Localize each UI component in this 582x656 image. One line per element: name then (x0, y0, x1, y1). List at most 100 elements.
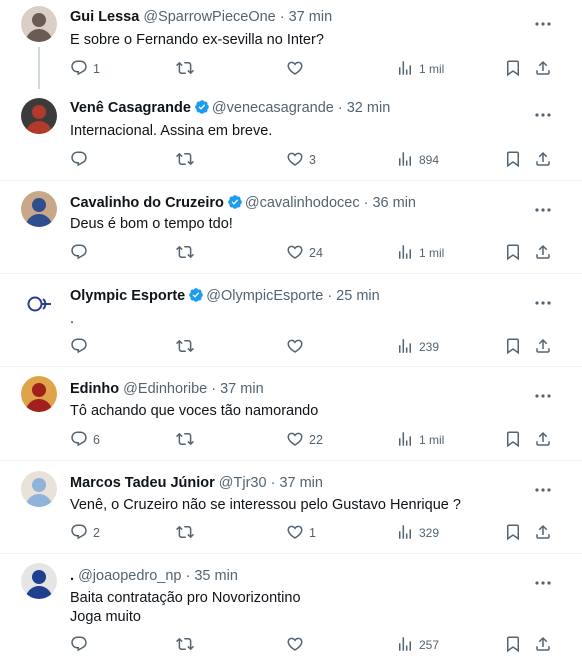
view-count: 329 (419, 526, 440, 540)
views-button[interactable]: 329 (396, 523, 439, 543)
more-icon[interactable] (534, 14, 552, 26)
view-count: 894 (419, 153, 440, 167)
verified-badge-icon (188, 287, 204, 303)
bookmark-button[interactable] (504, 523, 522, 543)
tweet-text-line: . (70, 311, 75, 327)
share-button[interactable] (534, 150, 552, 170)
like-button[interactable] (286, 59, 309, 79)
username[interactable]: @Edinhoribe (123, 381, 207, 397)
views-button[interactable]: 1 mil (396, 59, 444, 79)
timestamp[interactable]: · 36 min (364, 195, 416, 211)
views-button[interactable]: 239 (396, 337, 439, 357)
retweet-button[interactable] (176, 635, 199, 655)
share-button[interactable] (534, 430, 552, 450)
display-name[interactable]: Marcos Tadeu Júnior (70, 475, 215, 491)
timestamp[interactable]: · 37 min (211, 381, 263, 397)
views-button[interactable]: 257 (396, 635, 439, 655)
views-icon (396, 337, 414, 358)
view-count: 1 mil (419, 62, 445, 76)
share-button[interactable] (534, 243, 552, 263)
retweet-button[interactable] (176, 337, 199, 357)
more-icon[interactable] (534, 573, 552, 585)
share-button[interactable] (534, 59, 552, 79)
username[interactable]: @Tjr30 (219, 475, 267, 491)
view-count: 257 (419, 638, 440, 652)
like-button[interactable] (286, 337, 309, 357)
display-name[interactable]: . (70, 568, 74, 584)
reply-button[interactable] (70, 337, 93, 357)
verified-badge-icon (227, 194, 243, 210)
like-button[interactable] (286, 635, 309, 655)
share-button[interactable] (534, 523, 552, 543)
timestamp[interactable]: · 35 min (186, 568, 238, 584)
avatar[interactable] (21, 286, 57, 322)
retweet-button[interactable] (176, 150, 199, 170)
reply-button[interactable] (70, 243, 93, 263)
avatar[interactable] (21, 471, 57, 507)
more-icon[interactable] (534, 105, 552, 117)
username[interactable]: @cavalinhodocec (245, 195, 360, 211)
avatar[interactable] (21, 563, 57, 599)
retweet-button[interactable] (176, 59, 199, 79)
bookmark-button[interactable] (504, 243, 522, 263)
reply-button[interactable]: 1 (70, 59, 100, 79)
reply-button[interactable] (70, 150, 93, 170)
divider (0, 366, 582, 367)
more-icon[interactable] (534, 480, 552, 492)
username[interactable]: @joaopedro_np (78, 568, 181, 584)
share-button[interactable] (534, 337, 552, 357)
more-icon[interactable] (534, 200, 552, 212)
reply-button[interactable]: 6 (70, 430, 100, 450)
display-name[interactable]: Cavalinho do Cruzeiro (70, 195, 224, 211)
username[interactable]: @SparrowPieceOne (143, 9, 275, 25)
timestamp[interactable]: · 25 min (327, 288, 379, 304)
avatar[interactable] (21, 6, 57, 42)
like-button[interactable]: 3 (286, 150, 316, 170)
display-name[interactable]: Gui Lessa (70, 9, 139, 25)
bookmark-button[interactable] (504, 150, 522, 170)
avatar[interactable] (21, 98, 57, 134)
like-button[interactable]: 24 (286, 243, 323, 263)
action-bar: 1 1 mil (70, 59, 554, 79)
timestamp[interactable]: · 37 min (280, 9, 332, 25)
username[interactable]: @OlympicEsporte (206, 288, 323, 304)
reply-button[interactable]: 2 (70, 523, 100, 543)
like-button[interactable]: 1 (286, 523, 316, 543)
reply-button[interactable] (70, 635, 93, 655)
more-icon[interactable] (534, 386, 552, 398)
bookmark-icon (504, 59, 522, 80)
bookmark-button[interactable] (504, 337, 522, 357)
action-bar: 2 1 329 (70, 523, 554, 543)
retweet-button[interactable] (176, 523, 199, 543)
bookmark-button[interactable] (504, 430, 522, 450)
tweet-header: Edinho @Edinhoribe · 37 min (70, 380, 264, 398)
display-name[interactable]: Edinho (70, 381, 119, 397)
tweet-text: Venê, o Cruzeiro não se interessou pelo … (70, 496, 461, 515)
tweet-text: . (70, 310, 74, 329)
share-button[interactable] (534, 635, 552, 655)
tweet-text: Deus é bom o tempo tdo! (70, 215, 233, 234)
like-count: 3 (309, 153, 316, 167)
bookmark-button[interactable] (504, 635, 522, 655)
like-count: 24 (309, 246, 323, 260)
bookmark-button[interactable] (504, 59, 522, 79)
views-button[interactable]: 1 mil (396, 243, 444, 263)
retweet-button[interactable] (176, 430, 199, 450)
views-icon (396, 523, 414, 544)
bookmark-icon (504, 337, 522, 358)
timestamp[interactable]: · 32 min (338, 100, 390, 116)
retweet-button[interactable] (176, 243, 199, 263)
views-button[interactable]: 1 mil (396, 430, 444, 450)
share-icon (534, 243, 552, 264)
like-button[interactable]: 22 (286, 430, 323, 450)
timestamp[interactable]: · 37 min (271, 475, 323, 491)
avatar[interactable] (21, 191, 57, 227)
username[interactable]: @venecasagrande (212, 100, 334, 116)
action-bar: 24 1 mil (70, 243, 554, 263)
views-button[interactable]: 894 (396, 150, 439, 170)
bookmark-icon (504, 150, 522, 171)
display-name[interactable]: Venê Casagrande (70, 100, 191, 116)
avatar[interactable] (21, 376, 57, 412)
more-icon[interactable] (534, 293, 552, 305)
display-name[interactable]: Olympic Esporte (70, 288, 185, 304)
